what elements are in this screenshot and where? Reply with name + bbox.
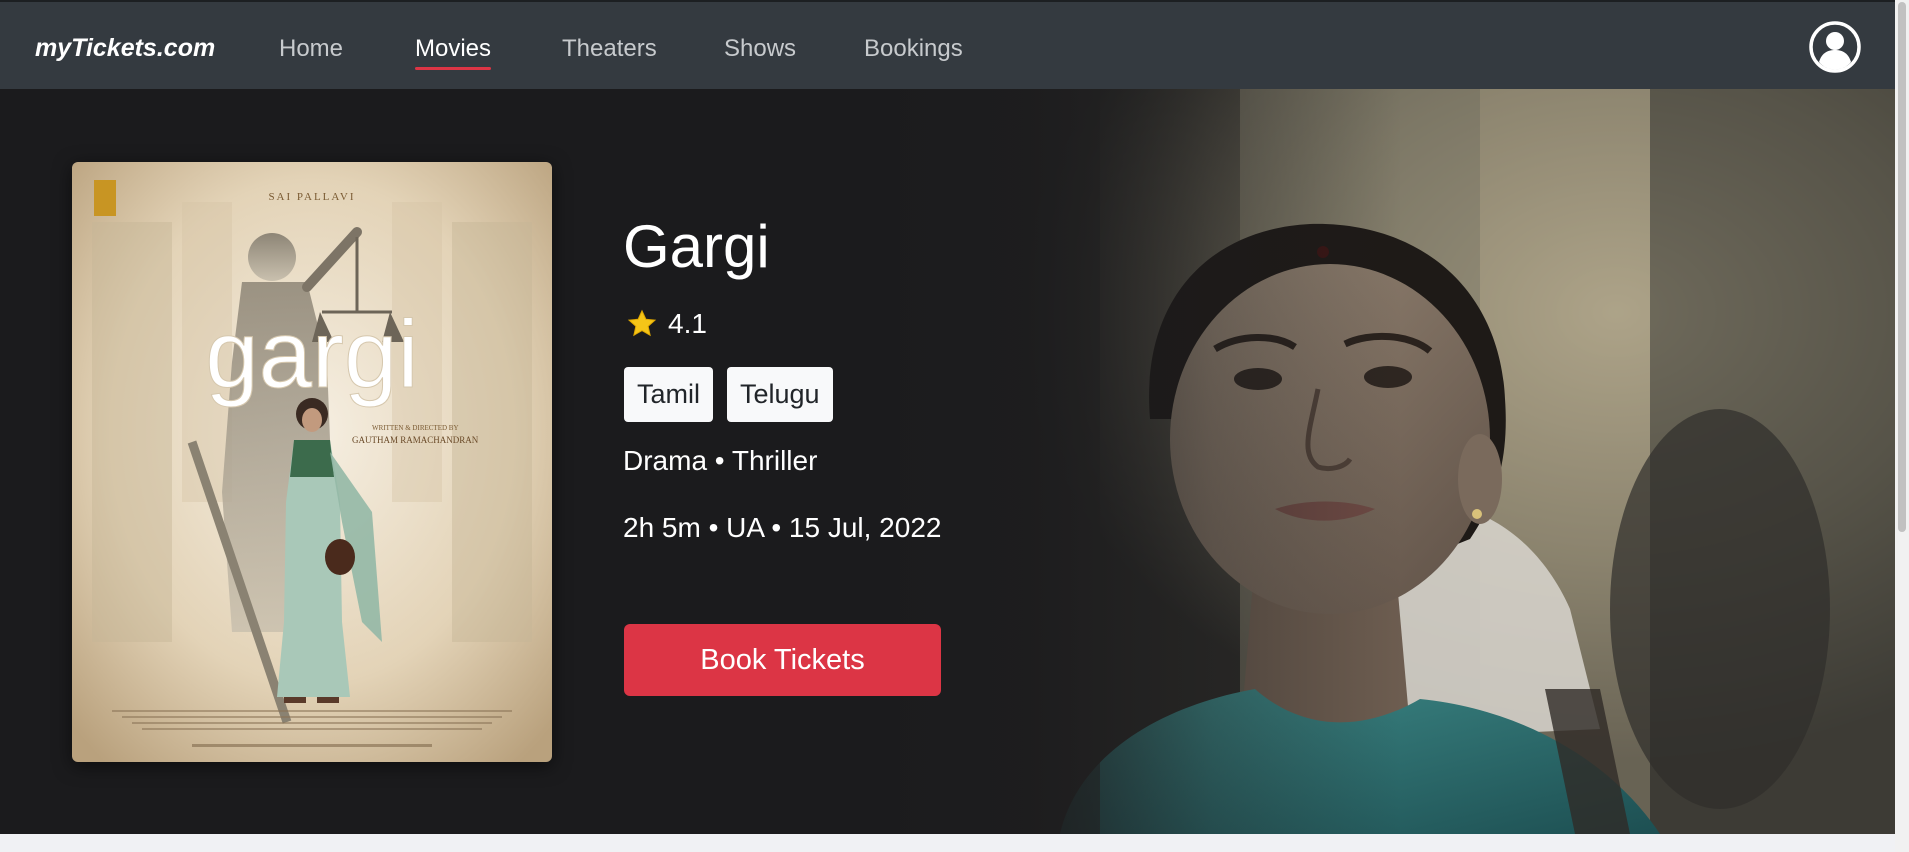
scrollbar-thumb[interactable] <box>1898 2 1906 532</box>
book-tickets-button[interactable]: Book Tickets <box>624 624 941 696</box>
nav-link-movies[interactable]: Movies <box>415 34 492 70</box>
star-icon <box>627 309 657 337</box>
movie-hero-section: gargi SAI PALLAVI WRITTEN & DIRECTED BY … <box>0 89 1895 834</box>
page-bottom-strip <box>0 834 1895 852</box>
movie-genres: Drama • Thriller <box>623 445 818 476</box>
poster-actor-credit: SAI PALLAVI <box>268 191 355 203</box>
poster-director-credit-label: WRITTEN & DIRECTED BY <box>372 424 459 432</box>
movie-title: Gargi <box>623 213 770 280</box>
poster-title-logo: gargi <box>205 301 418 408</box>
poster-director-credit-name: GAUTHAM RAMACHANDRAN <box>352 435 479 445</box>
movie-poster[interactable]: gargi SAI PALLAVI WRITTEN & DIRECTED BY … <box>72 162 552 762</box>
top-navbar: myTickets.com Home Movies Theaters Shows… <box>0 0 1895 89</box>
nav-link-bookings[interactable]: Bookings <box>864 34 963 64</box>
movie-rating: 4.1 <box>627 307 707 341</box>
nav-link-home[interactable]: Home <box>279 34 343 64</box>
page-scrollbar[interactable] <box>1895 0 1909 852</box>
nav-link-theaters[interactable]: Theaters <box>562 34 657 64</box>
nav-link-shows[interactable]: Shows <box>724 34 796 64</box>
rating-value: 4.1 <box>668 308 707 339</box>
movie-details: 2h 5m • UA • 15 Jul, 2022 <box>623 512 942 543</box>
language-badge-telugu: Telugu <box>727 367 833 422</box>
language-badge-tamil: Tamil <box>624 367 714 422</box>
brand-logo[interactable]: myTickets.com <box>35 33 215 63</box>
user-circle-icon[interactable] <box>1809 21 1861 73</box>
